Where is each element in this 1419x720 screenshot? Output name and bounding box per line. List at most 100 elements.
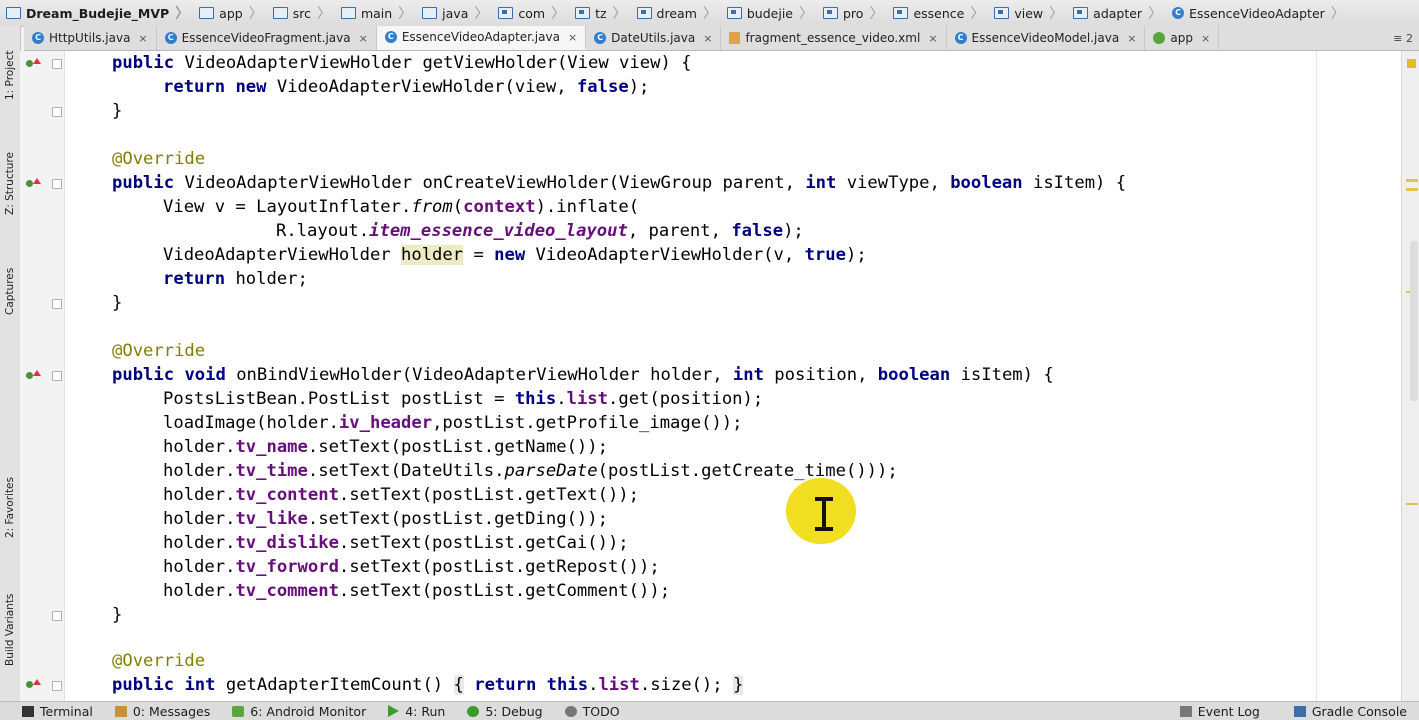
package-icon <box>893 7 909 19</box>
close-icon[interactable]: × <box>359 32 368 45</box>
todo-icon <box>564 705 577 717</box>
breadcrumb-main[interactable]: main 〉 <box>335 0 416 26</box>
text-cursor-icon <box>815 497 833 531</box>
tab-essence-video-model[interactable]: C EssenceVideoModel.java × <box>947 26 1146 50</box>
tab-httputils[interactable]: C HttpUtils.java × <box>24 26 157 50</box>
project-icon <box>6 7 21 19</box>
folder-icon <box>340 7 356 19</box>
close-icon[interactable]: × <box>1127 32 1136 45</box>
editor-tab-bar: C HttpUtils.java × C EssenceVideoFragment.j… <box>24 26 1419 51</box>
tab-essence-video-fragment[interactable]: C EssenceVideoFragment.java × <box>157 26 377 50</box>
code-line: holder.tv_comment.setText(postList.getCo… <box>163 581 671 601</box>
code-line: holder.tv_dislike.setText(postList.getCa… <box>163 533 629 553</box>
code-line: holder.tv_time.setText(DateUtils.parseDa… <box>163 461 898 481</box>
close-icon[interactable]: × <box>568 31 577 44</box>
breadcrumb-pro[interactable]: pro 〉 <box>817 0 887 26</box>
code-line: } <box>112 605 123 625</box>
code-line: public int getAdapterItemCount() { retur… <box>112 675 744 695</box>
tool-tab-favorites[interactable]: 2: Favorites <box>0 458 20 558</box>
code-editor[interactable]: public VideoAdapterViewHolder getViewHol… <box>20 51 1401 701</box>
code-line: public void onBindViewHolder(VideoAdapte… <box>112 365 1054 385</box>
breadcrumb-project[interactable]: Dream_Budejie_MVP 〉 <box>0 0 193 26</box>
code-line: public VideoAdapterViewHolder onCreateVi… <box>112 173 1127 193</box>
xml-icon <box>729 32 741 44</box>
code-line-annotation: @Override <box>112 341 206 361</box>
close-icon[interactable]: × <box>928 32 937 45</box>
tool-messages[interactable]: 0: Messages <box>114 704 210 719</box>
tool-gradle-console[interactable]: Gradle Console <box>1293 704 1407 719</box>
breadcrumb-essence[interactable]: essence 〉 <box>887 0 988 26</box>
run-icon <box>388 705 400 717</box>
breadcrumb-src[interactable]: src 〉 <box>267 0 335 26</box>
close-icon[interactable]: × <box>138 32 147 45</box>
code-line: holder.tv_like.setText(postList.getDing(… <box>163 509 608 529</box>
code-line: VideoAdapterViewHolder holder = new Vide… <box>163 245 867 265</box>
tool-todo[interactable]: TODO <box>564 704 620 719</box>
tool-tab-project[interactable]: 1: Project <box>0 32 20 118</box>
tool-event-log[interactable]: Event Log <box>1179 704 1260 719</box>
close-icon[interactable]: × <box>1201 32 1210 45</box>
breadcrumb-java[interactable]: java 〉 <box>416 0 492 26</box>
folder-icon <box>422 7 438 19</box>
tool-debug[interactable]: 5: Debug <box>467 704 543 719</box>
left-tool-strip: 1: Project Z: Structure Captures 2: Favo… <box>0 26 21 701</box>
breadcrumb-adapter[interactable]: adapter 〉 <box>1067 0 1166 26</box>
stripe-mark[interactable] <box>1406 179 1418 182</box>
breadcrumb-com[interactable]: com 〉 <box>492 0 569 26</box>
tab-app[interactable]: app × <box>1145 26 1220 50</box>
folder-icon <box>272 7 288 19</box>
android-monitor-icon <box>232 705 245 717</box>
stripe-mark[interactable] <box>1406 188 1418 191</box>
code-line: R.layout.item_essence_video_layout, pare… <box>276 221 804 241</box>
code-line: View v = LayoutInflater.from(context).in… <box>163 197 640 217</box>
breadcrumb-tz[interactable]: tz 〉 <box>569 0 630 26</box>
code-line: holder.tv_name.setText(postList.getName(… <box>163 437 608 457</box>
android-icon <box>1153 32 1166 44</box>
gradle-console-icon <box>1293 705 1306 717</box>
code-line-annotation: @Override <box>112 651 206 671</box>
tool-tab-build-variants[interactable]: Build Variants <box>0 578 20 682</box>
package-icon <box>636 7 652 19</box>
class-icon: C <box>1172 7 1185 19</box>
folded-brace[interactable]: } <box>732 675 744 695</box>
terminal-icon <box>22 705 34 717</box>
tab-dateutils[interactable]: C DateUtils.java × <box>586 26 722 50</box>
package-icon <box>575 7 591 19</box>
tab-fragment-essence-video-xml[interactable]: fragment_essence_video.xml × <box>721 26 947 50</box>
code-text: public VideoAdapterViewHolder getViewHol… <box>20 51 1401 701</box>
vertical-scrollbar-thumb[interactable] <box>1410 241 1418 401</box>
tool-terminal[interactable]: Terminal <box>22 704 93 719</box>
tool-tab-structure[interactable]: Z: Structure <box>0 134 20 234</box>
package-icon <box>498 7 514 19</box>
class-icon: C <box>32 32 44 44</box>
code-line: } <box>112 101 123 121</box>
code-line-annotation: @Override <box>112 149 206 169</box>
breadcrumb-view[interactable]: view 〉 <box>988 0 1067 26</box>
error-stripe[interactable] <box>1401 51 1419 701</box>
class-icon: C <box>954 32 967 44</box>
package-icon <box>823 7 838 19</box>
identifier-highlight[interactable]: holder <box>401 245 464 265</box>
code-line: return holder; <box>163 269 308 289</box>
folded-brace[interactable]: { <box>453 675 464 695</box>
breadcrumb: Dream_Budejie_MVP 〉 app 〉 src 〉 main 〉 java 〉… <box>0 0 1419 27</box>
warning-indicator-icon[interactable] <box>1407 59 1416 68</box>
tool-tab-captures[interactable]: Captures <box>0 248 20 334</box>
breadcrumb-app[interactable]: app 〉 <box>193 0 267 26</box>
tab-essence-video-adapter[interactable]: C EssenceVideoAdapter.java × <box>376 26 587 50</box>
debug-icon <box>467 705 480 717</box>
code-line: holder.tv_forword.setText(postList.getRe… <box>163 557 660 577</box>
breadcrumb-budejie[interactable]: budejie 〉 <box>721 0 817 26</box>
tab-overflow-button[interactable]: ≡ 2 <box>1387 26 1419 50</box>
stripe-mark[interactable] <box>1406 503 1418 505</box>
tool-android-monitor[interactable]: 6: Android Monitor <box>232 704 366 719</box>
class-icon: C <box>594 32 607 44</box>
tool-run[interactable]: 4: Run <box>388 704 445 719</box>
breadcrumb-dream[interactable]: dream 〉 <box>631 0 721 26</box>
breadcrumb-class[interactable]: C EssenceVideoAdapter 〉 <box>1166 0 1349 26</box>
folder-icon <box>199 7 215 19</box>
event-log-icon <box>1179 705 1192 717</box>
package-icon <box>1073 7 1089 19</box>
messages-icon <box>114 705 127 717</box>
close-icon[interactable]: × <box>703 32 712 45</box>
